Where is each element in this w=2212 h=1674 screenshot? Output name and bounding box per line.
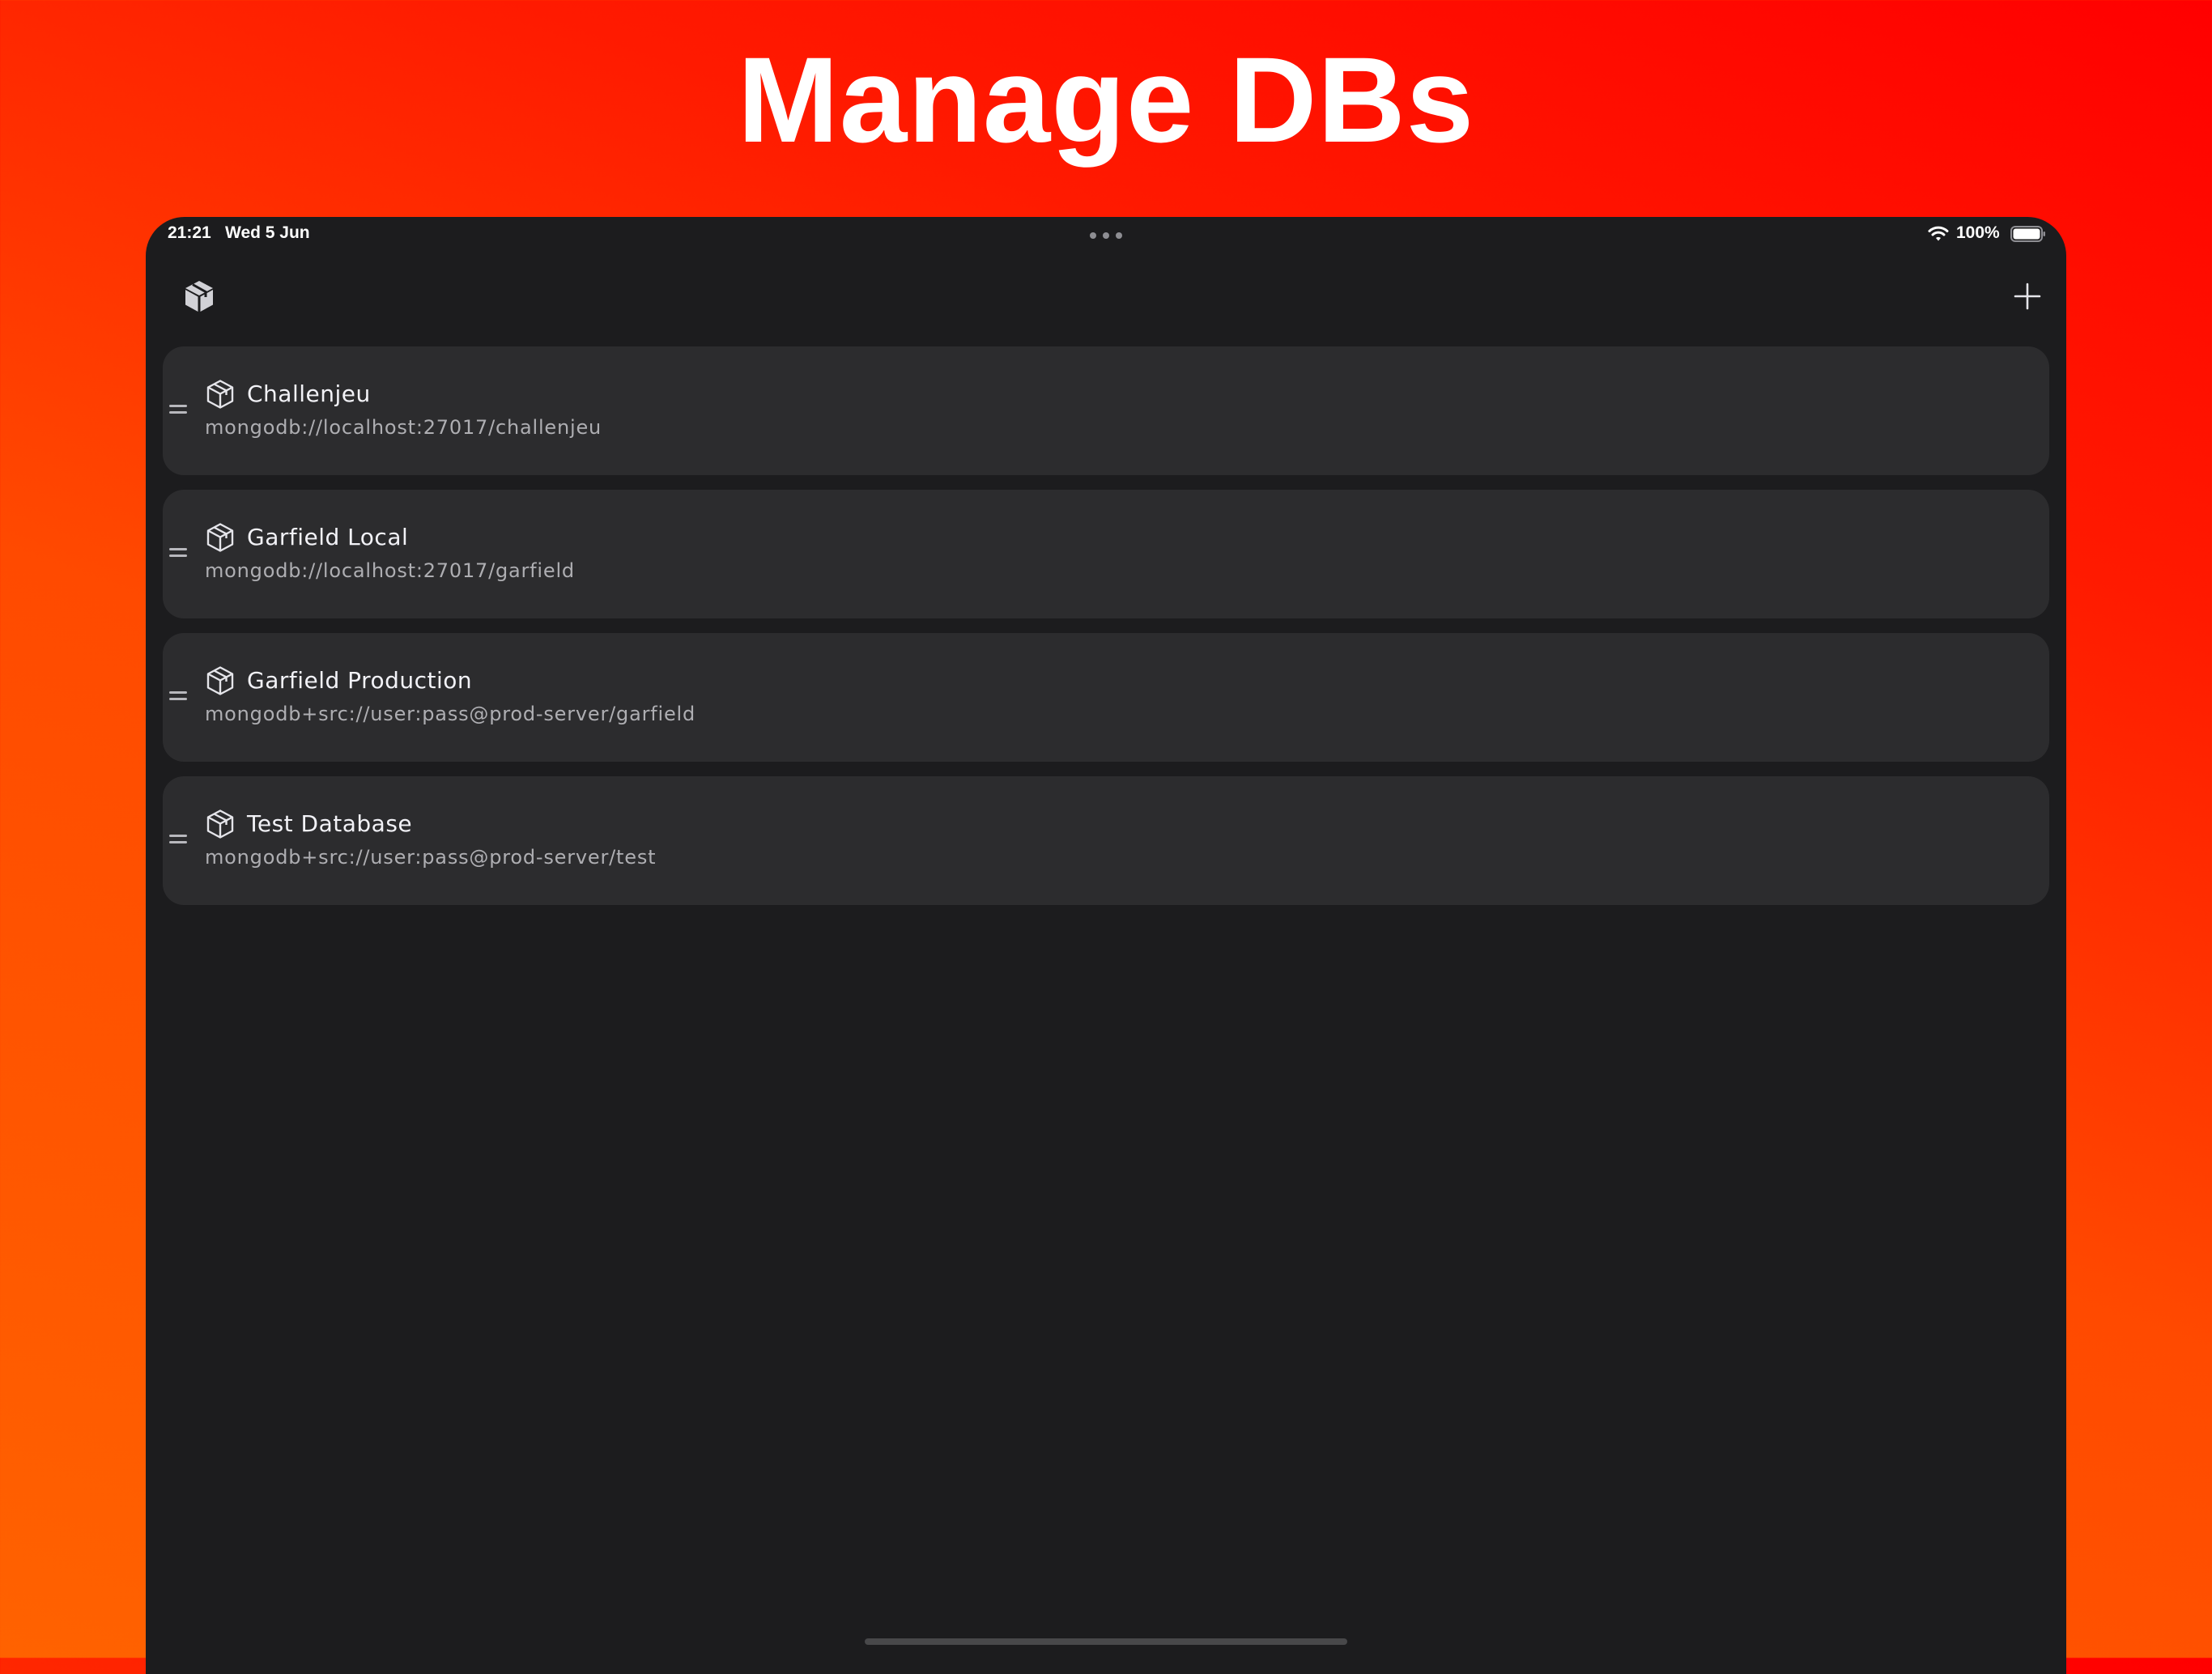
database-connection-string: mongodb+src://user:pass@prod-server/test (205, 846, 657, 869)
database-connection-string: mongodb+src://user:pass@prod-server/garf… (205, 703, 696, 725)
navigation-bar (146, 253, 2066, 343)
marketing-headline: Manage DBs (737, 32, 1475, 168)
database-name: Test Database (247, 810, 413, 837)
database-list: Challenjeu mongodb://localhost:27017/cha… (163, 346, 2049, 920)
drag-handle-icon[interactable] (169, 691, 187, 703)
status-bar: 21:21 Wed 5 Jun 100% (146, 217, 2066, 253)
database-row[interactable]: Test Database mongodb+src://user:pass@pr… (163, 776, 2049, 905)
cube-outline-icon (206, 380, 234, 409)
wifi-icon (1928, 226, 1949, 241)
cube-outline-icon (206, 523, 234, 552)
drag-handle-icon[interactable] (169, 405, 187, 416)
cube-icon[interactable] (181, 278, 217, 314)
database-name: Garfield Local (247, 524, 409, 550)
status-date: Wed 5 Jun (225, 223, 310, 242)
ipad-screen: 21:21 Wed 5 Jun 100% Challenjeu mongodb:… (146, 217, 2066, 1674)
database-name: Challenjeu (247, 380, 371, 407)
status-time: 21:21 (168, 223, 211, 242)
battery-icon (2010, 226, 2045, 242)
drag-handle-icon[interactable] (169, 548, 187, 559)
cube-outline-icon (206, 666, 234, 695)
database-name: Garfield Production (247, 667, 473, 694)
plus-icon[interactable] (2013, 282, 2042, 311)
database-row[interactable]: Challenjeu mongodb://localhost:27017/cha… (163, 346, 2049, 475)
database-connection-string: mongodb://localhost:27017/garfield (205, 559, 575, 582)
database-connection-string: mongodb://localhost:27017/challenjeu (205, 416, 602, 439)
multitasking-dots[interactable] (1090, 232, 1122, 239)
database-row[interactable]: Garfield Local mongodb://localhost:27017… (163, 490, 2049, 618)
battery-percentage: 100% (1956, 223, 2000, 242)
home-indicator[interactable] (865, 1638, 1347, 1645)
cube-outline-icon (206, 809, 234, 839)
drag-handle-icon[interactable] (169, 835, 187, 846)
database-row[interactable]: Garfield Production mongodb+src://user:p… (163, 633, 2049, 762)
